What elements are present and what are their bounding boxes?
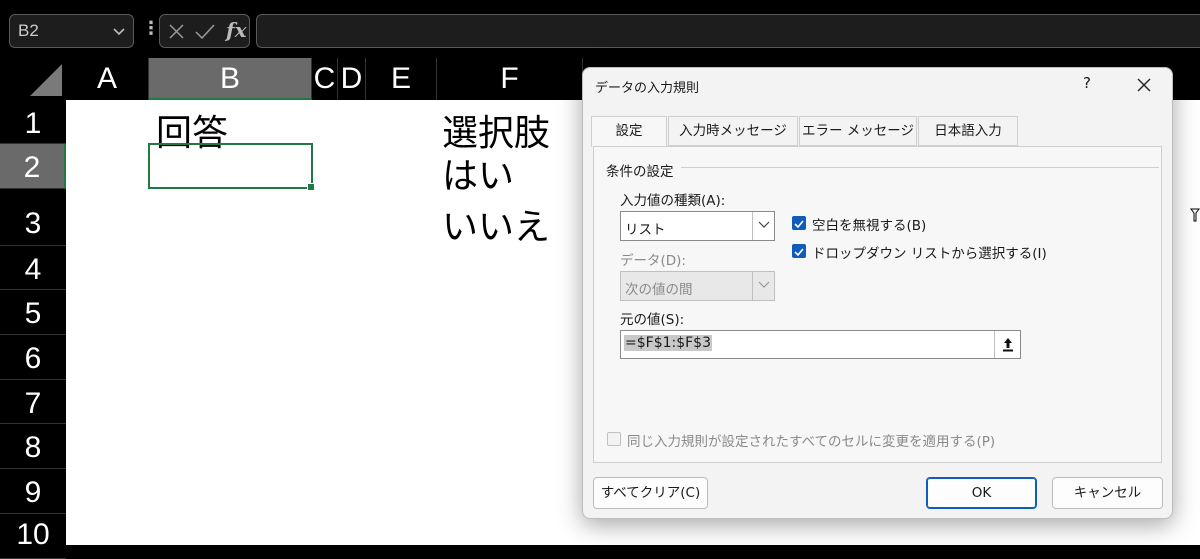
- formula-buttons: fx: [159, 14, 250, 48]
- column-header-f[interactable]: F: [437, 58, 583, 100]
- range-select-button[interactable]: [994, 331, 1020, 358]
- checkmark-icon: [794, 220, 804, 229]
- tab-ime[interactable]: 日本語入力: [918, 116, 1018, 146]
- x-icon[interactable]: [168, 23, 185, 40]
- data-select-dropdown: [752, 272, 774, 300]
- chevron-down-icon[interactable]: [112, 24, 126, 38]
- mouse-cursor-icon: [1190, 208, 1200, 222]
- row-header-6[interactable]: 6: [0, 335, 66, 380]
- name-box[interactable]: B2: [9, 14, 134, 48]
- row-header-1[interactable]: 1: [0, 100, 66, 144]
- checkmark-icon: [794, 248, 804, 257]
- more-options-icon[interactable]: ⋮: [142, 18, 160, 39]
- column-header-c[interactable]: C: [312, 58, 338, 100]
- dropdown-label[interactable]: ドロップダウン リストから選択する(I): [812, 242, 1047, 262]
- check-icon[interactable]: [194, 23, 216, 40]
- row-header-4[interactable]: 4: [0, 246, 66, 290]
- ignore-blank-checkbox[interactable]: [792, 216, 806, 230]
- ignore-blank-label[interactable]: 空白を無視する(B): [812, 214, 926, 234]
- row-header-7[interactable]: 7: [0, 380, 66, 424]
- collapse-dialog-icon: [1003, 338, 1013, 352]
- source-label: 元の値(S):: [620, 312, 685, 328]
- formula-bar: B2 ⋮ fx: [0, 0, 1200, 58]
- apply-all-checkbox[interactable]: [607, 432, 621, 446]
- cancel-button[interactable]: キャンセル: [1052, 477, 1163, 509]
- data-select: 次の値の間: [620, 271, 775, 301]
- tab-settings[interactable]: 設定: [591, 116, 667, 147]
- clear-all-button[interactable]: すべてクリア(C): [593, 477, 708, 509]
- row-header-5[interactable]: 5: [0, 290, 66, 335]
- help-button[interactable]: ?: [1077, 74, 1097, 92]
- row-header-3[interactable]: 3: [0, 189, 66, 246]
- select-all-corner[interactable]: [0, 58, 66, 100]
- data-select-value: 次の値の間: [625, 282, 693, 298]
- column-header-d[interactable]: D: [338, 58, 366, 100]
- type-select-value: リスト: [625, 222, 666, 238]
- active-cell-b2[interactable]: [148, 143, 315, 191]
- section-divider: [681, 167, 1159, 168]
- insert-function-icon[interactable]: fx: [226, 18, 247, 42]
- name-box-value: B2: [18, 21, 39, 40]
- row-header-9[interactable]: 9: [0, 469, 66, 514]
- data-validation-dialog: データの入力規則 ? 設定 入力時メッセージ エラー メッセージ 日本語入力 条…: [582, 67, 1173, 519]
- section-title: 条件の設定: [606, 164, 674, 180]
- type-select[interactable]: リスト: [620, 211, 775, 241]
- data-label: データ(D):: [620, 253, 686, 269]
- chevron-down-icon: [758, 281, 770, 288]
- formula-input[interactable]: [256, 14, 1200, 48]
- row-header-8[interactable]: 8: [0, 424, 66, 469]
- source-input[interactable]: =$F$1:$F$3: [620, 330, 1021, 359]
- source-value: =$F$1:$F$3: [624, 335, 712, 351]
- apply-all-label[interactable]: 同じ入力規則が設定されたすべてのセルに変更を適用する(P): [627, 430, 995, 450]
- cell-f2[interactable]: はい: [442, 147, 514, 199]
- column-header-b[interactable]: B: [149, 58, 312, 100]
- cell-f3[interactable]: いいえ: [442, 198, 550, 250]
- ok-button[interactable]: OK: [926, 477, 1037, 509]
- dialog-title: データの入力規則: [595, 81, 700, 96]
- close-icon[interactable]: [1132, 73, 1156, 97]
- tab-error-message[interactable]: エラー メッセージ: [799, 116, 917, 146]
- type-select-dropdown: [752, 212, 774, 240]
- tab-input-message[interactable]: 入力時メッセージ: [668, 116, 798, 146]
- type-label: 入力値の種類(A):: [620, 193, 726, 209]
- chevron-down-icon: [758, 221, 770, 228]
- row-header-10[interactable]: 10: [0, 514, 66, 559]
- dropdown-checkbox[interactable]: [792, 244, 806, 258]
- row-header-2[interactable]: 2: [0, 144, 66, 189]
- column-header-e[interactable]: E: [366, 58, 437, 100]
- column-header-a[interactable]: A: [66, 58, 149, 100]
- select-all-triangle-icon: [30, 64, 62, 96]
